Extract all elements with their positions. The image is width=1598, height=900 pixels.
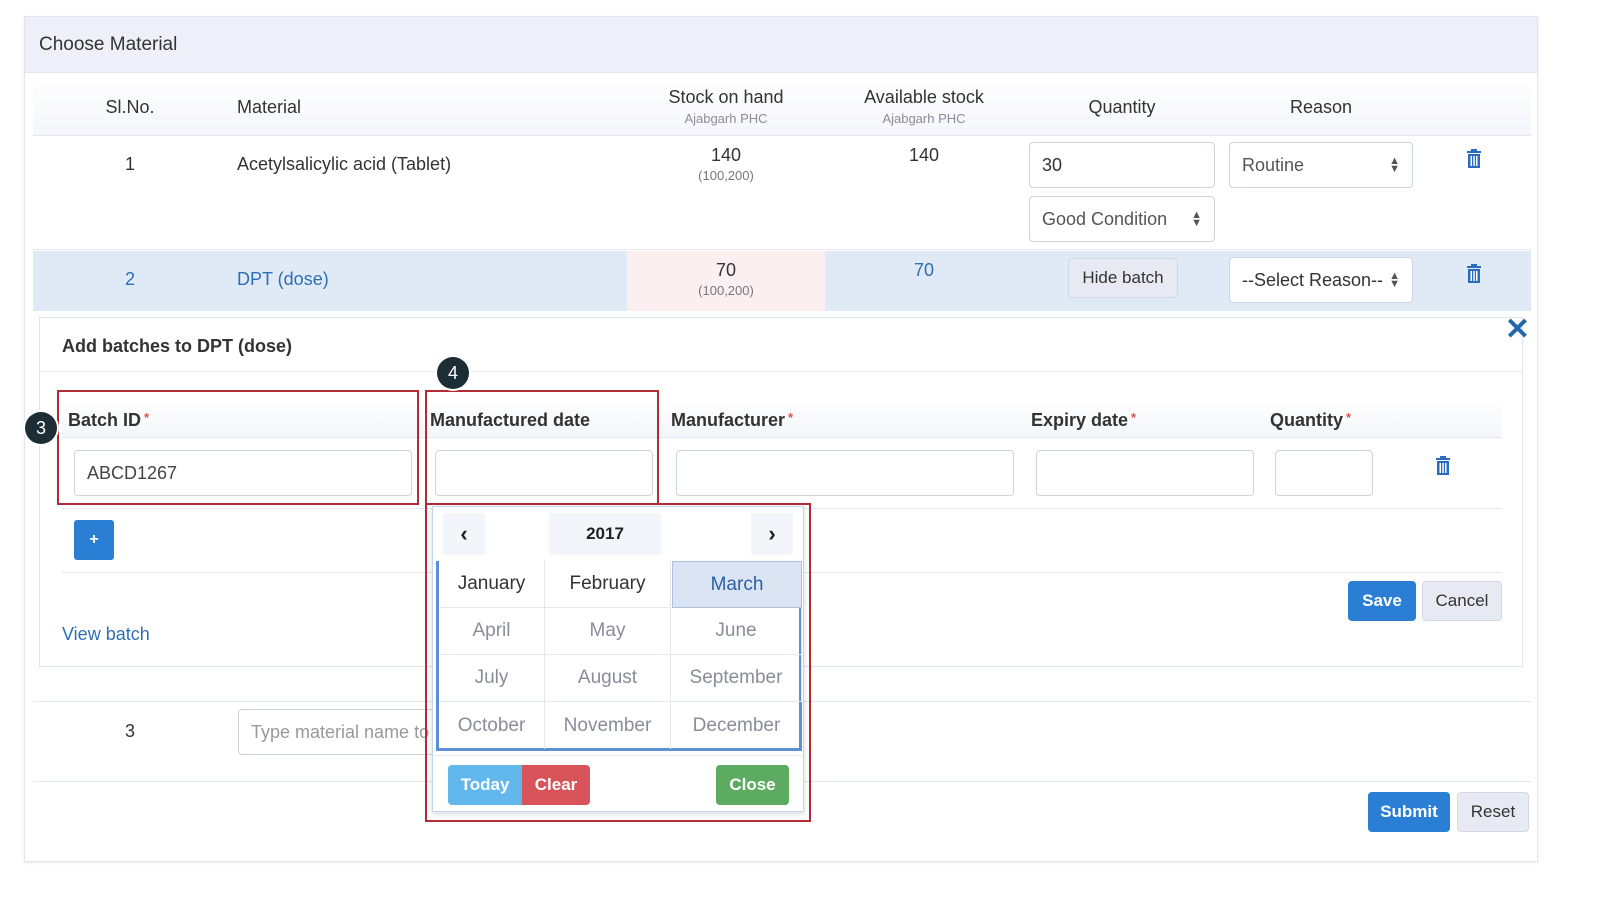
- col-material: Material: [237, 97, 302, 117]
- annotation-badge-3: 3: [25, 412, 57, 444]
- datepicker-footer: Today Clear Close: [433, 755, 803, 813]
- row1-stock: 140 (100,200): [635, 145, 817, 183]
- row2-slno: 2: [124, 269, 135, 289]
- col-expiry-date-label: Expiry date: [1031, 410, 1129, 430]
- col-reason: Reason: [1289, 97, 1353, 117]
- month-cell[interactable]: July: [439, 655, 545, 702]
- month-datepicker: ‹ 2017 › January February March April Ma…: [432, 506, 804, 812]
- required-mark: *: [1131, 410, 1137, 425]
- row1-available: 140: [908, 145, 940, 165]
- batch-panel-header: Add batches to DPT (dose): [40, 318, 1522, 372]
- chevron-left-icon[interactable]: ‹: [443, 513, 485, 555]
- row2-stock: 70 (100,200): [635, 260, 817, 298]
- col-quantity: Quantity: [1088, 97, 1156, 117]
- row2-reason-value: --Select Reason--: [1242, 269, 1384, 290]
- month-cell[interactable]: May: [545, 608, 671, 655]
- col-batch-quantity: Quantity *: [1270, 410, 1351, 431]
- panel-header: Choose Material: [25, 17, 1537, 73]
- batch-panel-title: Add batches to DPT (dose): [62, 336, 293, 356]
- col-slno: Sl.No.: [105, 97, 155, 117]
- save-button[interactable]: Save: [1348, 581, 1416, 621]
- month-cell[interactable]: February: [545, 561, 671, 608]
- row2-stock-value: 70: [715, 260, 737, 280]
- select-arrows-icon: ▲ ▼: [1389, 155, 1400, 175]
- batch-quantity-input[interactable]: [1275, 450, 1373, 496]
- month-cell-selected[interactable]: March: [672, 561, 802, 608]
- hide-batch-button[interactable]: Hide batch: [1068, 258, 1178, 298]
- close-icon[interactable]: ✕: [1505, 312, 1530, 347]
- month-cell[interactable]: August: [545, 655, 671, 702]
- month-grid: January February March April May June Ju…: [436, 561, 802, 751]
- required-mark: *: [1346, 410, 1352, 425]
- annotation-badge-4: 4: [437, 357, 469, 389]
- col-stock-on-hand: Stock on hand Ajabgarh PHC: [635, 87, 817, 126]
- col-manufacturer-label: Manufacturer: [671, 410, 786, 430]
- month-cell[interactable]: December: [671, 702, 802, 749]
- clear-button[interactable]: Clear: [522, 765, 590, 805]
- select-arrows-icon: ▲ ▼: [1389, 270, 1400, 290]
- month-cell[interactable]: January: [439, 561, 545, 608]
- chevron-right-icon[interactable]: ›: [751, 513, 793, 555]
- row3-slno: 3: [124, 721, 135, 741]
- row1-slno: 1: [124, 154, 135, 174]
- month-cell[interactable]: October: [439, 702, 545, 749]
- col-stock-on-hand-label: Stock on hand: [668, 87, 784, 107]
- col-available-stock: Available stock Ajabgarh PHC: [831, 87, 1017, 126]
- reset-button[interactable]: Reset: [1457, 792, 1529, 832]
- col-expiry-date: Expiry date *: [1031, 410, 1136, 431]
- required-mark: *: [788, 410, 794, 425]
- today-button[interactable]: Today: [448, 765, 522, 805]
- row2-delete-icon[interactable]: [1466, 264, 1482, 284]
- month-cell[interactable]: June: [671, 608, 802, 655]
- row1-stock-range: (100,200): [698, 168, 754, 183]
- annotation-box-batch-id: [57, 390, 419, 505]
- row2-stock-range: (100,200): [698, 283, 754, 298]
- close-button[interactable]: Close: [716, 765, 789, 805]
- material-search-placeholder: Type material name to: [251, 721, 430, 742]
- col-available-stock-sub: Ajabgarh PHC: [882, 111, 966, 126]
- row-divider: [33, 249, 1531, 250]
- col-stock-on-hand-sub: Ajabgarh PHC: [684, 111, 768, 126]
- view-batch-link[interactable]: View batch: [62, 624, 150, 645]
- row1-quantity-input[interactable]: 30: [1029, 142, 1215, 188]
- row1-condition-select[interactable]: Good Condition ▲ ▼: [1029, 196, 1215, 242]
- row1-quantity-value: 30: [1042, 154, 1063, 175]
- month-cell[interactable]: November: [545, 702, 671, 749]
- add-batch-button[interactable]: +: [74, 520, 114, 560]
- row2-material[interactable]: DPT (dose): [237, 269, 329, 290]
- col-manufacturer: Manufacturer *: [671, 410, 793, 431]
- expiry-date-input[interactable]: [1036, 450, 1254, 496]
- batch-delete-icon[interactable]: [1435, 456, 1451, 476]
- cancel-button[interactable]: Cancel: [1422, 581, 1502, 621]
- row1-condition-value: Good Condition: [1042, 208, 1168, 229]
- month-cell[interactable]: September: [671, 655, 802, 702]
- manufacturer-input[interactable]: [676, 450, 1014, 496]
- col-batch-quantity-label: Quantity: [1270, 410, 1344, 430]
- row1-stock-value: 140: [710, 145, 742, 165]
- row1-reason-value: Routine: [1242, 154, 1305, 175]
- select-arrows-icon: ▲ ▼: [1191, 209, 1202, 229]
- row2-reason-select[interactable]: --Select Reason-- ▲ ▼: [1229, 257, 1413, 303]
- row1-delete-icon[interactable]: [1466, 149, 1482, 169]
- annotation-box-manufactured-date: [425, 390, 659, 505]
- row1-material: Acetylsalicylic acid (Tablet): [237, 154, 452, 174]
- row2-available: 70: [913, 260, 935, 280]
- datepicker-year[interactable]: 2017: [549, 513, 661, 555]
- panel-title: Choose Material: [39, 34, 178, 55]
- submit-button[interactable]: Submit: [1368, 792, 1450, 832]
- row1-reason-select[interactable]: Routine ▲ ▼: [1229, 142, 1413, 188]
- month-cell[interactable]: April: [439, 608, 545, 655]
- col-available-stock-label: Available stock: [864, 87, 984, 107]
